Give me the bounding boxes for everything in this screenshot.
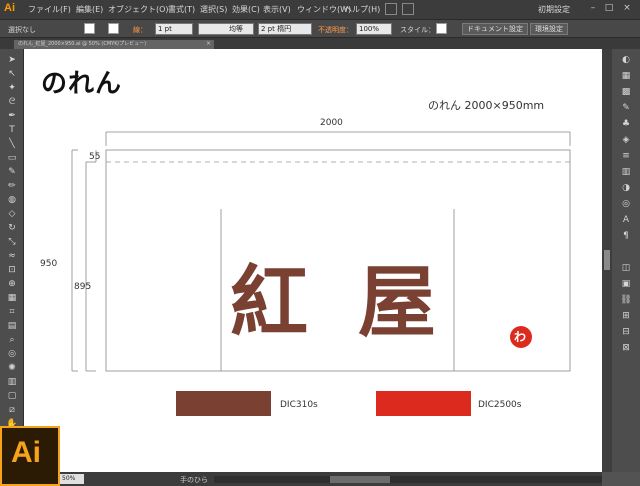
- document-tab[interactable]: のれん_紅屋_2000×950.ai @ 50% (CMYK/プレビュー): [14, 40, 214, 49]
- color-panel-icon[interactable]: ◐: [619, 54, 633, 66]
- document-tab-close[interactable]: ×: [206, 40, 211, 47]
- transform-panel-icon[interactable]: ⊞: [619, 310, 633, 322]
- crest-logo-glyph: わ: [514, 330, 527, 344]
- illustrator-logo: Ai: [4, 2, 15, 14]
- character-panel-icon[interactable]: A: [619, 214, 633, 226]
- type-tool-icon[interactable]: T: [5, 124, 19, 136]
- illustrator-badge-icon: Ai: [0, 426, 60, 486]
- direct-selection-tool-icon[interactable]: ↖: [5, 68, 19, 80]
- illustrator-badge-text: Ai: [11, 436, 41, 469]
- calligraphy-kurenai: 紅: [230, 257, 309, 348]
- stroke-weight-field[interactable]: 1 pt: [155, 23, 193, 35]
- stroke-label: 線：: [133, 26, 147, 34]
- menu-select[interactable]: 選択(S): [200, 4, 227, 15]
- blob-brush-tool-icon[interactable]: ◍: [5, 194, 19, 206]
- menu-effect[interactable]: 効果(C): [232, 4, 260, 15]
- pencil-tool-icon[interactable]: ✏: [5, 180, 19, 192]
- width-tool-icon[interactable]: ≈: [5, 250, 19, 262]
- eyedropper-tool-icon[interactable]: ⌕: [5, 334, 19, 346]
- slice-tool-icon[interactable]: ⧄: [5, 404, 19, 416]
- rotate-tool-icon[interactable]: ↻: [5, 222, 19, 234]
- layers-panel-icon[interactable]: ◫: [619, 262, 633, 274]
- control-bar: 選択なし 線： 1 pt 均等 2 pt 楕円 不透明度： 100% スタイル：…: [0, 19, 640, 38]
- horizontal-scroll-thumb[interactable]: [330, 476, 390, 483]
- menu-view[interactable]: 表示(V): [263, 4, 291, 15]
- color-swatch-brown-label: DIC310s: [280, 400, 318, 410]
- menu-bar: Ai ファイル(F) 編集(E) オブジェクト(O) 書式(T) 選択(S) 効…: [0, 0, 640, 19]
- eraser-tool-icon[interactable]: ◇: [5, 208, 19, 220]
- color-guide-panel-icon[interactable]: ▦: [619, 70, 633, 82]
- shape-builder-tool-icon[interactable]: ⊕: [5, 278, 19, 290]
- bridge-icon[interactable]: [385, 3, 397, 15]
- preferences-button[interactable]: 環境設定: [530, 23, 568, 35]
- calligraphy-ya: 屋: [358, 257, 437, 348]
- document-setup-button[interactable]: ドキュメント設定: [462, 23, 528, 35]
- arrange-documents-icon[interactable]: [402, 3, 414, 15]
- magic-wand-tool-icon[interactable]: ✦: [5, 82, 19, 94]
- blend-tool-icon[interactable]: ◎: [5, 348, 19, 360]
- style-label: スタイル：: [400, 26, 435, 34]
- line-tool-icon[interactable]: ╲: [5, 138, 19, 150]
- maximize-button[interactable]: □: [602, 2, 616, 15]
- gradient-tool-icon[interactable]: ▤: [5, 320, 19, 332]
- mesh-tool-icon[interactable]: ⌗: [5, 306, 19, 318]
- graphic-styles-panel-icon[interactable]: ◈: [619, 134, 633, 146]
- menu-type[interactable]: 書式(T): [168, 4, 195, 15]
- links-panel-icon[interactable]: ⛓: [619, 294, 633, 306]
- menu-help[interactable]: ヘルプ(H): [344, 4, 380, 15]
- color-swatch-red-label: DIC2500s: [478, 400, 522, 410]
- dimension-height-total: 950: [40, 259, 58, 269]
- appearance-panel-icon[interactable]: ◎: [619, 198, 633, 210]
- transparency-panel-icon[interactable]: ◑: [619, 182, 633, 194]
- style-swatch[interactable]: [436, 23, 447, 34]
- fill-swatch[interactable]: [84, 23, 95, 34]
- stroke-swatch[interactable]: [108, 23, 119, 34]
- menu-object[interactable]: オブジェクト(O): [108, 4, 169, 15]
- paragraph-panel-icon[interactable]: ¶: [619, 230, 633, 242]
- current-tool-status[interactable]: 手のひら: [180, 475, 208, 485]
- align-panel-icon[interactable]: ⊟: [619, 326, 633, 338]
- swatches-panel-icon[interactable]: ▩: [619, 86, 633, 98]
- symbols-panel-icon[interactable]: ♣: [619, 118, 633, 130]
- crest-logo: わ: [510, 326, 532, 348]
- horizontal-scrollbar[interactable]: [214, 476, 602, 483]
- column-graph-tool-icon[interactable]: ▥: [5, 376, 19, 388]
- stroke-profile-label: 均等: [229, 25, 243, 33]
- free-transform-tool-icon[interactable]: ⊡: [5, 264, 19, 276]
- menu-edit[interactable]: 編集(E): [76, 4, 103, 15]
- dimension-height-inner: 895: [74, 282, 92, 292]
- pathfinder-panel-icon[interactable]: ⊠: [619, 342, 633, 354]
- artboard-tool-icon[interactable]: ▢: [5, 390, 19, 402]
- dimension-width: 2000: [320, 118, 343, 128]
- perspective-grid-tool-icon[interactable]: ▦: [5, 292, 19, 304]
- stroke-profile-select[interactable]: 均等: [198, 23, 254, 35]
- opacity-label: 不透明度：: [318, 26, 353, 34]
- selection-tool-icon[interactable]: ➤: [5, 54, 19, 66]
- close-button[interactable]: ×: [620, 2, 634, 15]
- dimension-top-hem: 55: [89, 152, 101, 162]
- pen-tool-icon[interactable]: ✒: [5, 110, 19, 122]
- scale-tool-icon[interactable]: ⤡: [5, 236, 19, 248]
- brushes-panel-icon[interactable]: ✎: [619, 102, 633, 114]
- color-swatch-brown: [176, 391, 271, 416]
- menu-file[interactable]: ファイル(F): [28, 4, 71, 15]
- brush-select[interactable]: 2 pt 楕円: [258, 23, 312, 35]
- vertical-scroll-thumb[interactable]: [604, 250, 610, 270]
- gradient-panel-icon[interactable]: ▥: [619, 166, 633, 178]
- minimize-button[interactable]: –: [586, 2, 600, 15]
- stroke-panel-icon[interactable]: ≡: [619, 150, 633, 162]
- artboards-panel-icon[interactable]: ▣: [619, 278, 633, 290]
- selection-status: 選択なし: [8, 26, 36, 34]
- zoom-field[interactable]: 50%: [60, 474, 84, 484]
- paintbrush-tool-icon[interactable]: ✎: [5, 166, 19, 178]
- opacity-field[interactable]: 100%: [356, 23, 392, 35]
- color-swatch-red: [376, 391, 471, 416]
- tools-panel: ➤ ↖ ✦ ᘓ ✒ T ╲ ▭ ✎ ✏ ◍ ◇ ↻ ⤡ ≈ ⊡ ⊕ ▦ ⌗ ▤ …: [0, 49, 24, 459]
- rectangle-tool-icon[interactable]: ▭: [5, 152, 19, 164]
- symbol-sprayer-tool-icon[interactable]: ✺: [5, 362, 19, 374]
- workspace-switcher[interactable]: 初期設定: [538, 4, 570, 15]
- lasso-tool-icon[interactable]: ᘓ: [5, 96, 19, 108]
